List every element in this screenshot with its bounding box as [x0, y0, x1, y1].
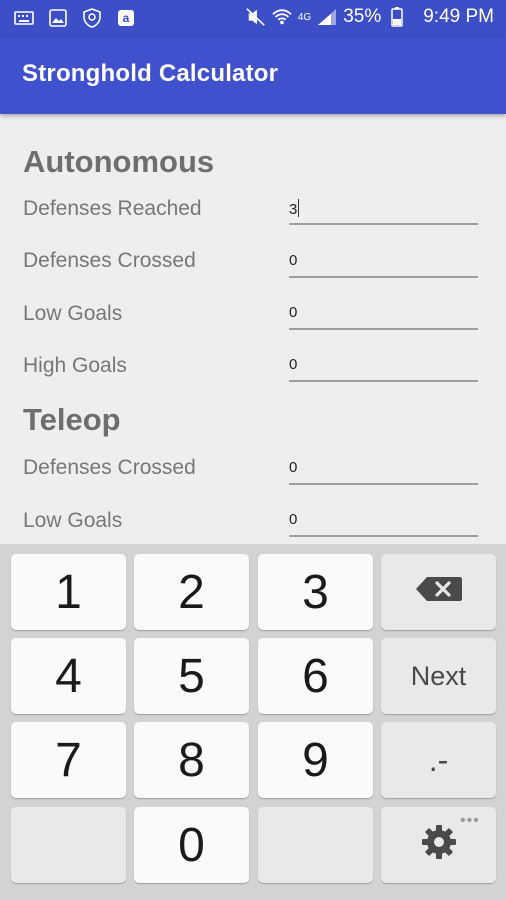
blank-key	[258, 807, 373, 883]
app-toolbar: Stronghold Calculator	[0, 38, 506, 114]
amazon-app-icon: a	[116, 8, 136, 28]
mute-vibrate-icon	[246, 7, 266, 27]
clock-time: 9:49 PM	[423, 6, 494, 27]
blank-key	[11, 807, 126, 883]
auto-defenses-reached-label: Defenses Reached	[23, 197, 202, 220]
auto-low-goals-label: Low Goals	[23, 302, 123, 325]
app-title: Stronghold Calculator	[22, 60, 279, 87]
teleop-defenses-crossed-label: Defenses Crossed	[23, 456, 196, 479]
battery-icon	[387, 7, 407, 27]
keyboard-notification-icon	[14, 8, 34, 28]
teleop-low-goals-label: Low Goals	[23, 509, 123, 532]
key-1[interactable]: 1	[11, 554, 126, 630]
symbols-key[interactable]: .-	[381, 722, 496, 798]
next-key[interactable]: Next	[381, 638, 496, 714]
text-cursor	[298, 199, 300, 217]
auto-high-goals-input[interactable]: 0	[289, 352, 478, 382]
more-options-dots-icon[interactable]: •••	[460, 812, 480, 830]
key-2[interactable]: 2	[134, 554, 249, 630]
network-type-label: 4G	[297, 11, 312, 23]
auto-high-goals-label: High Goals	[23, 354, 127, 377]
key-8[interactable]: 8	[134, 722, 249, 798]
signal-strength-icon	[317, 7, 337, 27]
auto-low-goals-input[interactable]: 0	[289, 300, 478, 330]
svg-text:a: a	[123, 11, 130, 25]
key-7[interactable]: 7	[11, 722, 126, 798]
key-4[interactable]: 4	[11, 638, 126, 714]
key-9[interactable]: 9	[258, 722, 373, 798]
auto-defenses-crossed-input[interactable]: 0	[289, 248, 478, 278]
form-content[interactable]: Autonomous Defenses Reached 3 Defenses C…	[0, 114, 506, 544]
auto-defenses-reached-input[interactable]: 3	[289, 195, 478, 225]
key-0[interactable]: 0	[134, 807, 249, 883]
battery-percent: 35%	[343, 6, 382, 27]
backspace-icon	[415, 576, 463, 609]
auto-defenses-crossed-label: Defenses Crossed	[23, 249, 196, 272]
auto-defenses-reached-value: 3	[289, 201, 298, 218]
autonomous-section-title: Autonomous	[23, 144, 215, 179]
key-3[interactable]: 3	[258, 554, 373, 630]
wifi-icon	[272, 7, 292, 27]
key-5[interactable]: 5	[134, 638, 249, 714]
teleop-section-title: Teleop	[23, 402, 121, 437]
backspace-key[interactable]	[381, 554, 496, 630]
image-notification-icon	[48, 8, 68, 28]
teleop-low-goals-input[interactable]: 0	[289, 507, 478, 537]
status-bar: a 4G 35% 9:49 PM	[0, 0, 506, 38]
key-6[interactable]: 6	[258, 638, 373, 714]
numeric-keyboard: 1 2 3 4 5 6 Next 7 8 9 .- 0	[0, 544, 506, 900]
settings-gear-icon	[419, 822, 459, 869]
security-shield-icon	[82, 8, 102, 28]
teleop-defenses-crossed-input[interactable]: 0	[289, 455, 478, 485]
